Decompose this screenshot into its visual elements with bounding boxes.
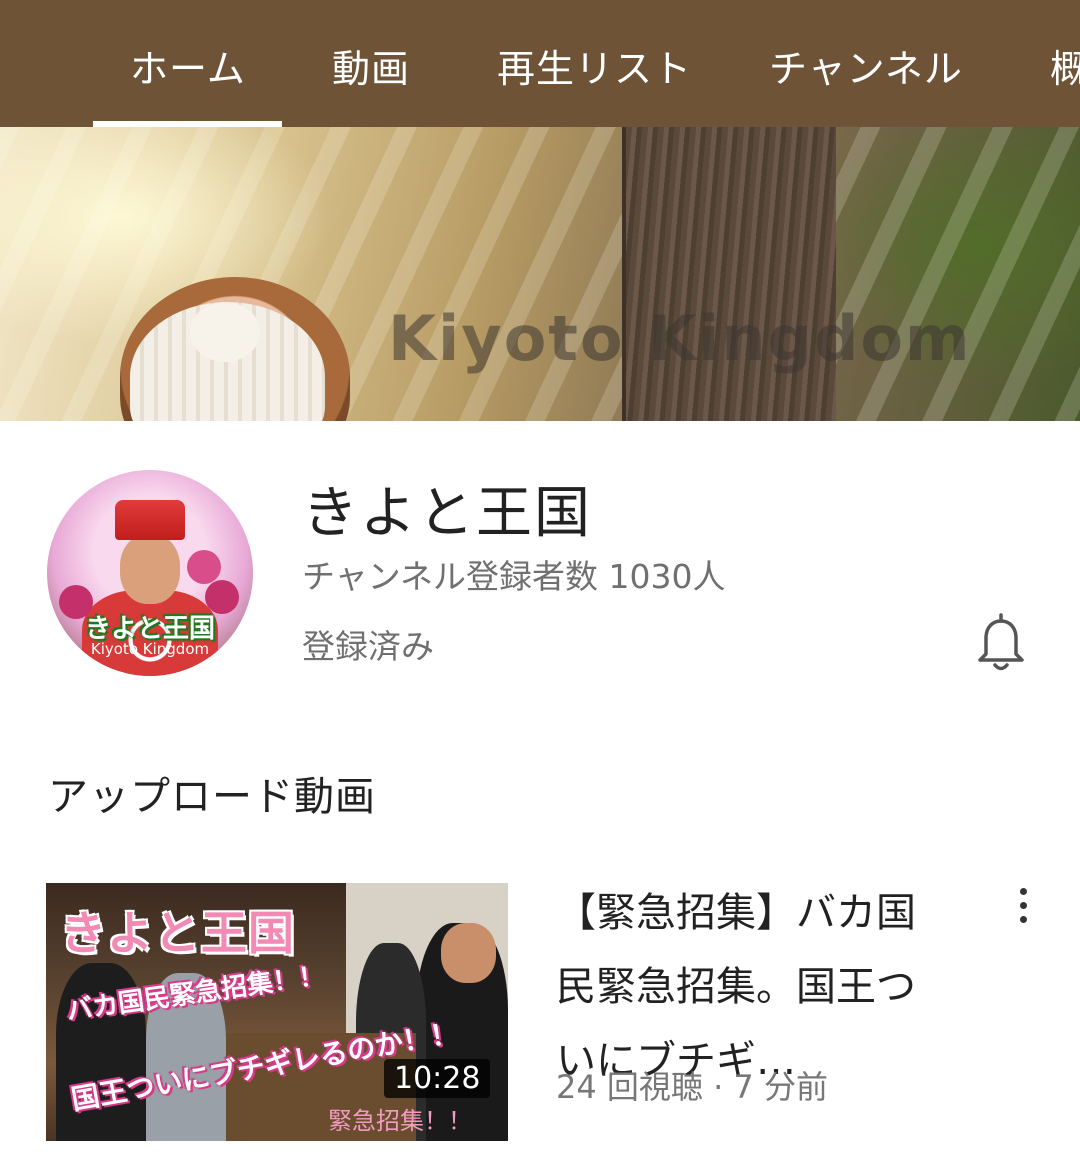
uploads-section-title: アップロード動画	[48, 774, 376, 820]
channel-avatar[interactable]: きよと王国 Kiyoto Kingdom	[47, 470, 253, 676]
channel-tab-bar: ホーム 動画 再生リスト チャンネル 概	[0, 0, 1080, 127]
tab-videos[interactable]: 動画	[332, 38, 410, 93]
banner-hat-pompom	[190, 302, 260, 362]
tab-channels[interactable]: チャンネル	[769, 38, 963, 93]
avatar-rose	[187, 550, 221, 584]
bell-icon[interactable]	[972, 612, 1030, 674]
banner-text: Kiyoto Kingdom	[388, 302, 972, 375]
avatar-crown	[115, 500, 185, 540]
tab-home[interactable]: ホーム	[130, 38, 246, 93]
avatar-subtitle-text: Kiyoto Kingdom	[90, 640, 210, 658]
avatar-face	[120, 534, 180, 604]
channel-name: きよと王国	[302, 481, 592, 546]
more-vert-icon[interactable]	[1008, 888, 1038, 932]
kebab-dot	[1019, 902, 1027, 909]
video-meta: 24 回視聴 · 7 分前	[556, 1068, 828, 1106]
channel-banner: Kiyoto Kingdom	[0, 127, 1080, 421]
banner-tree-trunk	[622, 127, 836, 421]
thumb-face	[441, 923, 496, 983]
kebab-dot	[1019, 916, 1027, 923]
thumb-caption-3: 緊急招集！！	[328, 1107, 472, 1135]
video-thumbnail[interactable]: きよと王国 バカ国民緊急招集！！ 国王ついにブチギレるのか！！ 緊急招集！！ 1…	[46, 883, 508, 1141]
thumb-title-text: きよと王国	[60, 906, 295, 960]
subscribed-button[interactable]: 登録済み	[302, 620, 434, 668]
tab-about[interactable]: 概	[1050, 38, 1080, 93]
video-duration-badge: 10:28	[384, 1059, 491, 1098]
kebab-dot	[1019, 888, 1027, 895]
subscriber-count: チャンネル登録者数 1030人	[302, 557, 726, 596]
tab-playlists[interactable]: 再生リスト	[497, 38, 692, 93]
